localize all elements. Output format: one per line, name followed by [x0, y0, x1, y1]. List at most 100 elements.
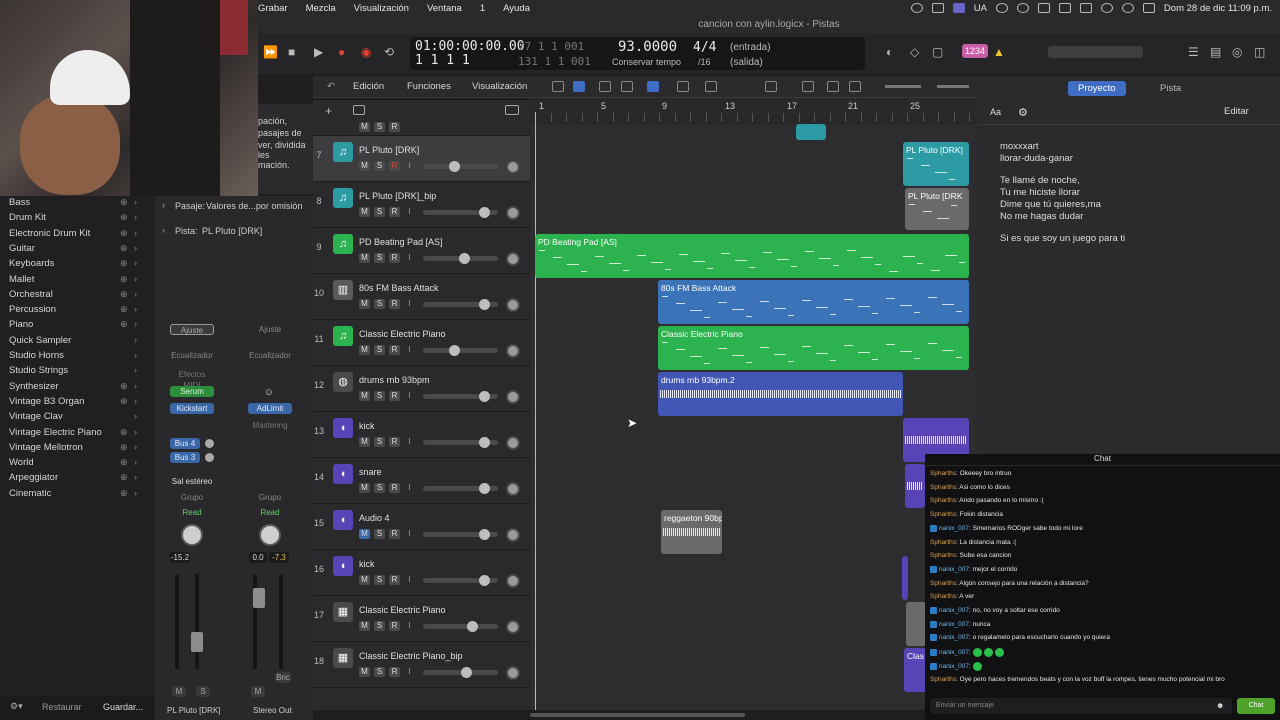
piano-track-icon[interactable]: ▦	[333, 602, 353, 622]
mute-button[interactable]: M	[359, 667, 370, 677]
library-item[interactable]: Studio Horns ›	[0, 350, 155, 365]
pan-knob[interactable]	[506, 160, 520, 174]
input-monitor-button[interactable]: I	[404, 161, 415, 171]
chat-username[interactable]: Spharths	[930, 552, 956, 559]
audio-track-icon[interactable]: ◖	[333, 418, 353, 438]
messages-icon[interactable]	[931, 3, 944, 13]
chat-username[interactable]: nanix_007	[939, 663, 969, 670]
back-icon[interactable]: ↶	[327, 81, 335, 92]
strip1-midi-fx[interactable]: Efectos MIDI	[170, 369, 214, 390]
track-header[interactable]: 15 ◖ Audio 4 MSRI	[313, 504, 530, 550]
vertical-zoom-slider[interactable]	[885, 85, 921, 88]
volume-slider[interactable]	[423, 164, 498, 169]
disclosure-icon[interactable]: ›	[162, 225, 165, 235]
strip2-insert-slot[interactable]: AdLimit	[248, 403, 292, 414]
track-header[interactable]: MSR	[313, 118, 530, 136]
library-item[interactable]: Orchestral ⊕ ›	[0, 289, 155, 304]
input-monitor-button[interactable]: I	[404, 299, 415, 309]
chat-username[interactable]: Spharths	[930, 497, 956, 504]
track-header[interactable]: 11 ♫ Classic Electric Piano M S R I	[313, 320, 530, 366]
flex-icon[interactable]	[621, 81, 633, 92]
track-header[interactable]: 12 ◍ drums rnb 93bpm M S R I	[313, 366, 530, 412]
pan-knob[interactable]	[506, 574, 520, 588]
strip2-volume-readout[interactable]: 0.0	[249, 552, 267, 563]
spotlight-icon[interactable]	[1121, 3, 1134, 13]
instrument-track-icon[interactable]: ▥	[333, 280, 353, 300]
menu-visualizacion-tracks[interactable]: Visualización	[472, 81, 527, 92]
menu-ayuda[interactable]: Ayuda	[503, 3, 530, 14]
loops-icon[interactable]: ◎	[1232, 45, 1242, 59]
volume-slider-knob[interactable]	[479, 299, 490, 310]
menu-mezcla[interactable]: Mezcla	[306, 3, 336, 14]
library-item[interactable]: Electronic Drum Kit ⊕ ›	[0, 228, 155, 243]
strip1-mute-button[interactable]: M	[172, 686, 186, 697]
menu-ventana[interactable]: Ventana	[427, 3, 462, 14]
chat-send-button[interactable]: Chat	[1237, 698, 1275, 714]
mute-button[interactable]: M	[359, 161, 370, 171]
mute-button[interactable]: M	[359, 391, 370, 401]
audio-region[interactable]: drums rnb 93bpm.2	[658, 372, 903, 416]
send-knob[interactable]	[205, 439, 214, 448]
strip2-pan-knob[interactable]	[259, 524, 281, 546]
strip2-eq[interactable]: Ecualizador	[248, 350, 292, 361]
strip1-fader-track[interactable]	[195, 574, 199, 669]
solo-button[interactable]: S	[374, 299, 385, 309]
division[interactable]: /16	[698, 57, 711, 67]
library-item[interactable]: Vintage Mellotron ⊕ ›	[0, 442, 155, 457]
strip2-setting-button[interactable]: Ajuste	[248, 324, 292, 335]
solo-button[interactable]: S	[374, 483, 385, 493]
pan-knob[interactable]	[506, 482, 520, 496]
grid-view-icon[interactable]	[552, 81, 564, 92]
edit-button[interactable]: Editar	[1224, 106, 1249, 117]
volume-slider-knob[interactable]	[479, 391, 490, 402]
record-enable-button[interactable]: R	[389, 667, 400, 677]
audio-region[interactable]: reggaeton 90bp	[661, 510, 722, 554]
scroll-thumb[interactable]	[530, 713, 745, 717]
snap-icon[interactable]	[765, 81, 777, 92]
pan-knob[interactable]	[506, 436, 520, 450]
record-enable-button[interactable]: R	[389, 437, 400, 447]
chat-username[interactable]: nanix_007	[939, 566, 969, 573]
record-enable-button[interactable]: R	[389, 575, 400, 585]
ruler[interactable]: 1 5 9 13 17 21 25	[530, 98, 978, 124]
playhead[interactable]	[535, 112, 536, 710]
font-button[interactable]: Aa	[990, 107, 1001, 117]
add-patch-icon[interactable]: ⊕	[120, 243, 128, 254]
add-patch-icon[interactable]: ⊕	[120, 427, 128, 438]
mute-button[interactable]: M	[359, 253, 370, 263]
tracks-area[interactable]: 1 5 9 13 17 21 25 PL Pluto [DRK] PL Pluto [DRK P…	[530, 98, 978, 710]
control-center-icon[interactable]	[1142, 3, 1155, 13]
solo-button[interactable]: S	[374, 667, 385, 677]
input-monitor-button[interactable]: I	[404, 529, 415, 539]
pan-knob[interactable]	[506, 344, 520, 358]
pan-knob[interactable]	[506, 620, 520, 634]
waveform-zoom-icon[interactable]	[802, 81, 814, 92]
midi-region[interactable]: PD Beating Pad [AS]	[535, 234, 969, 278]
track-name[interactable]: PL Pluto [DRK]_bip	[359, 191, 436, 201]
chat-username[interactable]: Spharths	[930, 676, 956, 683]
input-monitor-button[interactable]: I	[404, 345, 415, 355]
list-view-icon[interactable]	[573, 81, 585, 92]
chat-username[interactable]: Spharths	[930, 580, 956, 587]
strip1-eq[interactable]: Ecualizador	[170, 350, 214, 361]
add-patch-icon[interactable]: ⊕	[120, 228, 128, 239]
track-name[interactable]: kick	[359, 559, 375, 569]
track-header[interactable]: 8 ♫ PL Pluto [DRK]_bip M S R I	[313, 182, 530, 228]
replace-record-icon[interactable]: ◉	[361, 45, 371, 59]
master-level-icon[interactable]: ▲	[993, 45, 1005, 59]
pan-knob[interactable]	[506, 298, 520, 312]
add-patch-icon[interactable]: ⊕	[120, 258, 128, 269]
horizontal-zoom-icon[interactable]	[849, 81, 861, 92]
midi-region[interactable]: Clas	[904, 648, 926, 692]
library-item[interactable]: Vintage B3 Organ ⊕ ›	[0, 396, 155, 411]
volume-slider[interactable]	[423, 624, 498, 629]
strip2-mute-button[interactable]: M	[251, 686, 265, 697]
add-patch-icon[interactable]: ⊕	[120, 197, 128, 208]
volume-slider-knob[interactable]	[461, 667, 472, 678]
audio-track-icon[interactable]: ◖	[333, 464, 353, 484]
master-volume-slider[interactable]	[1048, 46, 1143, 58]
add-patch-icon[interactable]: ⊕	[120, 212, 128, 223]
wifi-icon[interactable]	[1100, 3, 1113, 13]
solo-button[interactable]: S	[374, 345, 385, 355]
time-signature[interactable]: 4/4	[693, 40, 716, 55]
